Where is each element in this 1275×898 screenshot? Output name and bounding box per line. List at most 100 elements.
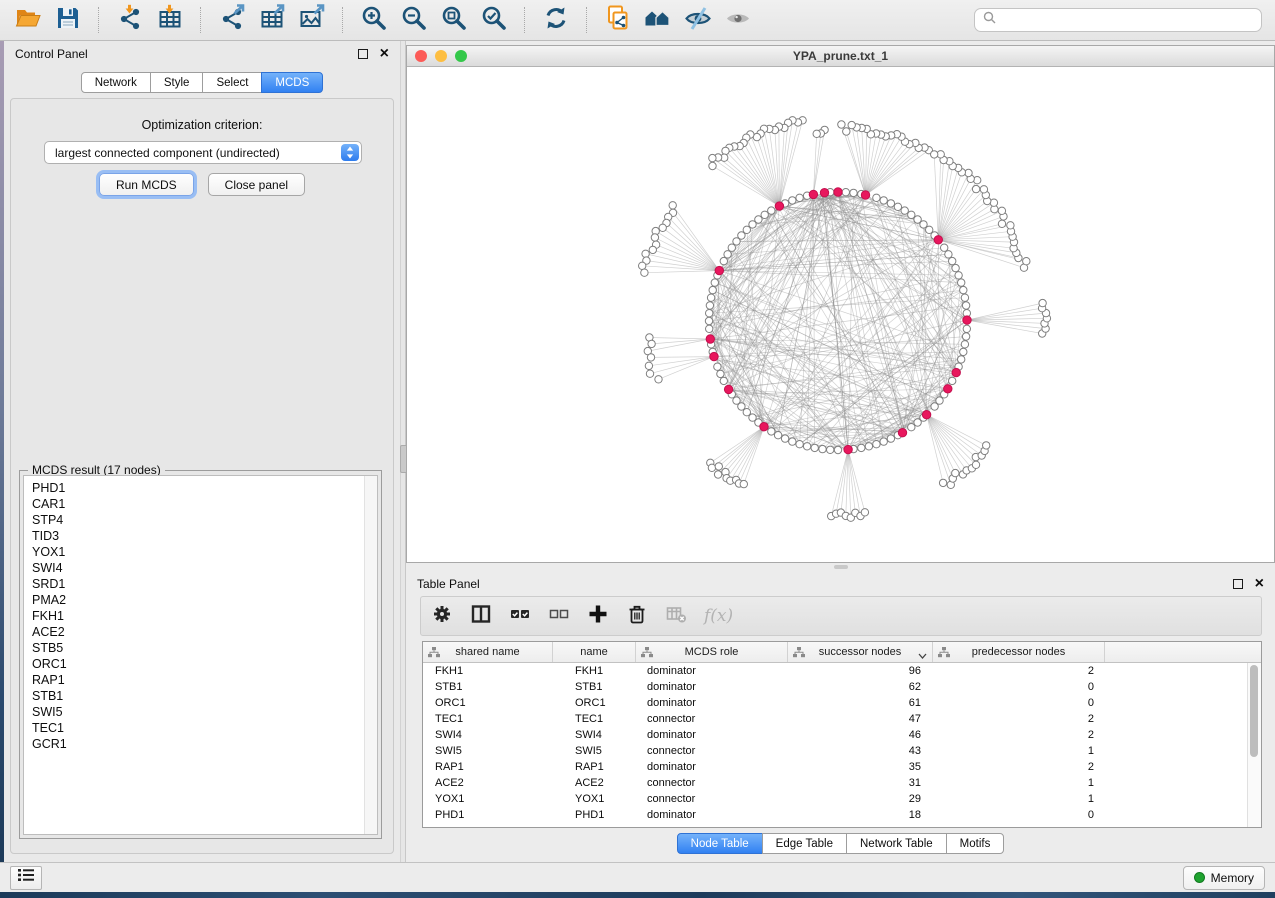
column-header-name[interactable]: name (553, 642, 636, 662)
mcds-list-scrollbar[interactable] (364, 476, 377, 834)
network-node[interactable] (962, 302, 969, 309)
network-node[interactable] (873, 441, 880, 448)
mcds-result-list[interactable]: PHD1CAR1STP4TID3YOX1SWI4SRD1PMA2FKH1ACE2… (23, 475, 378, 835)
network-node[interactable] (961, 294, 968, 301)
network-node[interactable] (998, 220, 1005, 227)
network-node[interactable] (708, 464, 715, 471)
network-node[interactable] (972, 461, 979, 468)
mcds-result-item[interactable]: FKH1 (32, 608, 377, 624)
network-hub-node[interactable] (898, 429, 906, 437)
export-image-button[interactable] (295, 4, 329, 36)
network-node[interactable] (714, 363, 721, 370)
network-hub-node[interactable] (809, 190, 817, 198)
network-node[interactable] (711, 279, 718, 286)
select-all-button[interactable] (509, 604, 531, 628)
horizontal-splitter-handle[interactable] (834, 565, 848, 569)
tab-edge-table[interactable]: Edge Table (762, 833, 847, 854)
column-header-MCDS-role[interactable]: MCDS role (636, 642, 788, 662)
mcds-result-item[interactable]: ORC1 (32, 656, 377, 672)
network-node[interactable] (955, 272, 962, 279)
mcds-result-item[interactable]: STP4 (32, 512, 377, 528)
network-node[interactable] (983, 442, 990, 449)
hide-selected-button[interactable] (681, 4, 715, 36)
network-node[interactable] (865, 443, 872, 450)
table-row[interactable]: ACE2ACE2connector311 (423, 775, 1248, 791)
mcds-result-item[interactable]: PMA2 (32, 592, 377, 608)
refresh-view-button[interactable] (539, 4, 573, 36)
network-node[interactable] (838, 121, 845, 128)
network-node[interactable] (958, 356, 965, 363)
network-node[interactable] (949, 377, 956, 384)
first-neighbors-button[interactable] (641, 4, 675, 36)
criterion-dropdown[interactable]: largest connected component (undirected) (44, 141, 362, 164)
table-row[interactable]: YOX1YOX1connector291 (423, 791, 1248, 807)
table-row[interactable]: FKH1FKH1dominator962 (423, 663, 1248, 679)
network-node[interactable] (952, 469, 959, 476)
network-hub-node[interactable] (820, 189, 828, 197)
network-node[interactable] (733, 238, 740, 245)
network-node[interactable] (873, 194, 880, 201)
mcds-result-item[interactable]: CAR1 (32, 496, 377, 512)
mcds-result-item[interactable]: PHD1 (32, 480, 377, 496)
network-canvas[interactable] (407, 67, 1274, 562)
network-node[interactable] (774, 432, 781, 439)
table-row[interactable]: ORC1ORC1dominator610 (423, 695, 1248, 711)
network-hub-node[interactable] (775, 202, 783, 210)
network-node[interactable] (740, 480, 747, 487)
network-node[interactable] (861, 509, 868, 516)
tab-motifs[interactable]: Motifs (946, 833, 1005, 854)
network-node[interactable] (706, 310, 713, 317)
network-node[interactable] (722, 147, 729, 154)
zoom-in-button[interactable] (357, 4, 391, 36)
show-all-button[interactable] (721, 4, 755, 36)
network-node[interactable] (931, 151, 938, 158)
network-node[interactable] (952, 264, 959, 271)
network-node[interactable] (709, 286, 716, 293)
table-scrollbar[interactable] (1247, 663, 1261, 827)
network-window-titlebar[interactable]: YPA_prune.txt_1 (407, 46, 1274, 67)
clone-network-button[interactable] (601, 4, 635, 36)
network-hub-node[interactable] (952, 368, 960, 376)
tab-style[interactable]: Style (150, 72, 204, 93)
tab-select[interactable]: Select (202, 72, 262, 93)
network-node[interactable] (949, 257, 956, 264)
network-hub-node[interactable] (844, 445, 852, 453)
network-node[interactable] (1023, 258, 1030, 265)
network-node[interactable] (941, 244, 948, 251)
network-node[interactable] (819, 445, 826, 452)
mcds-result-item[interactable]: YOX1 (32, 544, 377, 560)
network-node[interactable] (858, 444, 865, 451)
close-table-panel-icon[interactable]: × (1255, 578, 1264, 590)
save-session-button[interactable] (51, 4, 85, 36)
network-node[interactable] (642, 250, 649, 257)
network-node[interactable] (901, 207, 908, 214)
network-node[interactable] (796, 441, 803, 448)
network-node[interactable] (706, 302, 713, 309)
table-row[interactable]: SWI4SWI4dominator462 (423, 727, 1248, 743)
table-options-button[interactable] (431, 604, 453, 628)
network-node[interactable] (707, 294, 714, 301)
network-hub-node[interactable] (706, 335, 714, 343)
table-row[interactable]: TEC1TEC1connector472 (423, 711, 1248, 727)
network-node[interactable] (655, 376, 662, 383)
zoom-fit-button[interactable] (437, 4, 471, 36)
delete-column-button[interactable] (626, 604, 648, 628)
network-node[interactable] (1039, 299, 1046, 306)
network-hub-node[interactable] (922, 411, 930, 419)
network-node[interactable] (646, 370, 653, 377)
tab-mcds[interactable]: MCDS (261, 72, 323, 93)
network-node[interactable] (715, 463, 722, 470)
run-mcds-button[interactable]: Run MCDS (99, 173, 194, 196)
mcds-result-item[interactable]: STB1 (32, 688, 377, 704)
mcds-result-item[interactable]: TID3 (32, 528, 377, 544)
network-node[interactable] (960, 286, 967, 293)
close-panel-button[interactable]: Close panel (208, 173, 305, 196)
network-node[interactable] (709, 154, 716, 161)
mcds-result-item[interactable]: ACE2 (32, 624, 377, 640)
mcds-result-item[interactable]: SWI5 (32, 704, 377, 720)
network-node[interactable] (848, 121, 855, 128)
network-node[interactable] (842, 189, 849, 196)
export-network-button[interactable] (215, 4, 249, 36)
tab-node-table[interactable]: Node Table (677, 833, 763, 854)
float-table-panel-icon[interactable] (1233, 579, 1243, 589)
